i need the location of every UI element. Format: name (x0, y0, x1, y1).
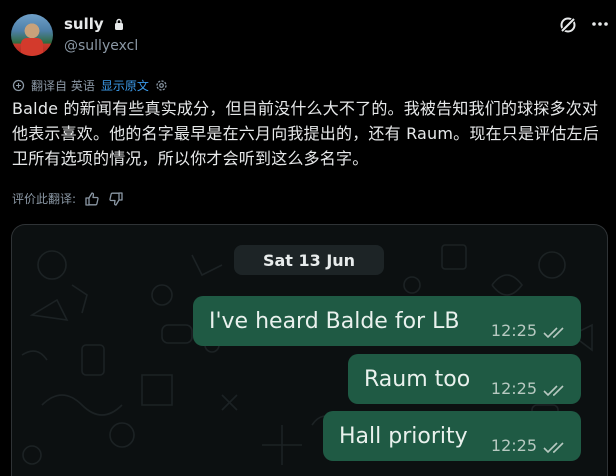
more-icon[interactable] (590, 14, 610, 34)
rate-translation: 评价此翻译: (12, 190, 124, 207)
chat-message-bubble[interactable]: Hall priority 12:25 (323, 411, 581, 461)
display-name-text: sully (64, 15, 104, 33)
avatar[interactable] (11, 14, 53, 56)
double-check-icon (543, 385, 564, 397)
chat-message-bubble[interactable]: Raum too 12:25 (348, 354, 581, 404)
chat-message-bubble[interactable]: I've heard Balde for LB 12:25 (193, 296, 581, 346)
translation-label: 翻译自 英语 (31, 79, 95, 93)
display-name[interactable]: sully (64, 15, 124, 33)
rate-label: 评价此翻译: (12, 192, 77, 206)
translation-bar: 翻译自 英语 显示原文 (12, 77, 168, 94)
message-text: Hall priority (339, 423, 468, 449)
lock-icon (114, 18, 123, 30)
chat-date-separator: Sat 13 Jun (234, 245, 384, 275)
settings-icon[interactable] (155, 79, 168, 92)
thumbs-up-icon[interactable] (84, 191, 100, 207)
message-text: Raum too (364, 366, 471, 392)
translate-icon (12, 79, 25, 92)
message-time: 12:25 (490, 379, 537, 398)
double-check-icon (543, 327, 564, 339)
user-handle[interactable]: @sullyexcl (64, 38, 138, 54)
grok-icon[interactable] (558, 15, 578, 35)
message-text: I've heard Balde for LB (209, 308, 460, 334)
message-time: 12:25 (490, 321, 537, 340)
chat-screenshot-image[interactable]: Sat 13 Jun I've heard Balde for LB 12:25… (11, 224, 608, 476)
post-text: Balde 的新闻有些真实成分，但目前没什么大不了的。我被告知我们的球探多次对他… (12, 99, 599, 168)
double-check-icon (543, 442, 564, 454)
message-time: 12:25 (490, 436, 537, 455)
thumbs-down-icon[interactable] (108, 191, 124, 207)
show-original-link[interactable]: 显示原文 (101, 77, 149, 94)
